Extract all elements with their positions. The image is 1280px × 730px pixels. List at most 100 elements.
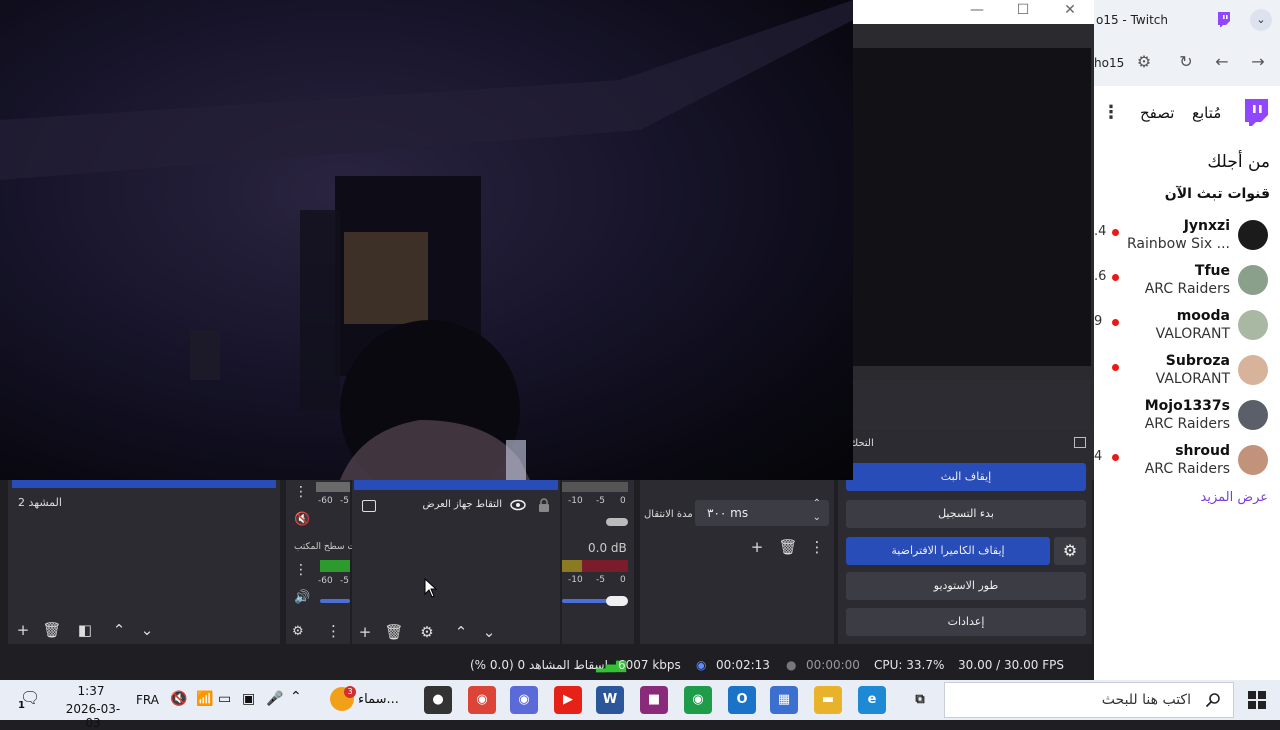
selected-source-row[interactable] — [354, 480, 558, 490]
app-icon[interactable]: ■ — [640, 686, 668, 714]
selected-scene-item[interactable] — [12, 480, 276, 488]
move-down-chevron-icon[interactable]: ⌄ — [478, 621, 500, 643]
channel-row[interactable]: Mojo1337s ARC Raiders — [1094, 398, 1280, 442]
scene-item[interactable]: المشهد 2 — [18, 496, 62, 509]
source-properties-gear-icon[interactable]: ⚙ — [416, 621, 438, 643]
volume-slider[interactable] — [562, 599, 610, 603]
channel-row[interactable]: 4 shroud ARC Raiders — [1094, 443, 1280, 487]
outlook-app-icon[interactable]: O — [728, 686, 756, 714]
hidden-icons-chevron-up-icon[interactable]: ⌃ — [290, 689, 302, 705]
transition-duration-label: مدة الانتقال — [644, 509, 693, 520]
move-down-chevron-icon[interactable]: ⌄ — [136, 619, 158, 641]
spin-down-icon[interactable]: ⌄ — [813, 512, 821, 523]
more-options-icon[interactable]: ⋮ — [1102, 102, 1120, 123]
stop-stream-button[interactable]: إيقاف البث — [846, 463, 1086, 491]
windows-logo-icon — [1248, 691, 1266, 709]
microphone-icon[interactable]: 🎤 — [266, 691, 283, 707]
browser-tab-title[interactable]: o15 - Twitch — [1096, 13, 1168, 27]
visibility-eye-icon[interactable] — [510, 499, 526, 511]
input-language[interactable]: FRA — [136, 693, 159, 707]
notification-count: 1 — [18, 700, 25, 711]
mixer-menu-icon[interactable]: ⋮ — [326, 622, 341, 640]
meter-tick: -5 — [340, 576, 349, 586]
capture-icon[interactable]: ▣ — [242, 691, 255, 707]
viewer-count: 9 — [1094, 314, 1103, 329]
site-settings-icon[interactable]: ⚙ — [1134, 52, 1154, 72]
studio-mode-button[interactable]: طور الاستوديو — [846, 572, 1086, 600]
volume-slider-handle[interactable] — [606, 518, 628, 526]
settings-button[interactable]: إعدادات — [846, 608, 1086, 636]
nav-following[interactable]: مُتابع — [1192, 104, 1221, 122]
tab-menu-chevron-down-icon[interactable]: ⌄ — [1250, 9, 1272, 31]
clock-date[interactable]: 2026-03-03 — [60, 702, 126, 730]
obs-preview-strip — [853, 380, 1091, 430]
volume-muted-icon[interactable]: 🔇 — [170, 691, 187, 707]
chrome-profile-app-icon[interactable]: ◉ — [468, 686, 496, 714]
add-source-plus-icon[interactable]: + — [354, 621, 376, 643]
twitch-logo-icon[interactable] — [1242, 98, 1270, 128]
dropped-frames: إسقاط المشاهد 0 (0.0 %) — [470, 658, 608, 672]
popout-icon[interactable] — [1074, 437, 1086, 448]
chrome-app-icon[interactable]: ◉ — [684, 686, 712, 714]
spin-up-icon[interactable]: ⌃ — [813, 498, 821, 509]
virtual-camera-settings-gear-icon[interactable]: ⚙ — [1054, 537, 1086, 565]
forward-arrow-icon[interactable]: → — [1248, 52, 1268, 72]
channel-row[interactable]: Subroza VALORANT — [1094, 353, 1280, 397]
channel-row[interactable]: .4 Jynxzi Rainbow Six ... — [1094, 218, 1280, 262]
chrome-profile-app-icon[interactable]: ◉ — [510, 686, 538, 714]
start-recording-button[interactable]: بدء التسجيل — [846, 500, 1086, 528]
task-view-icon[interactable]: ⧉ — [906, 686, 934, 714]
show-more-link[interactable]: عرض المزيد — [1201, 490, 1268, 505]
transition-duration-field[interactable]: ٣٠٠ ms ⌃ ⌄ — [695, 498, 829, 526]
add-scene-plus-icon[interactable]: + — [12, 619, 34, 641]
transition-menu-icon[interactable]: ⋮ — [806, 536, 828, 558]
back-arrow-icon[interactable]: ← — [1212, 52, 1232, 72]
speaker-icon[interactable]: 🔊 — [294, 590, 310, 605]
webcam-preview-image — [0, 0, 853, 480]
muted-speaker-icon[interactable]: 🔇 — [294, 512, 310, 527]
add-transition-plus-icon[interactable]: + — [746, 536, 768, 558]
move-up-chevron-icon[interactable]: ⌃ — [108, 619, 130, 641]
stop-virtual-camera-button[interactable]: إيقاف الكاميرا الافتراضية — [846, 537, 1050, 565]
channel-row[interactable]: 9 mooda VALORANT — [1094, 308, 1280, 352]
close-icon[interactable]: ✕ — [1058, 2, 1082, 20]
clock-time[interactable]: 1:37 — [66, 684, 116, 698]
reload-icon[interactable]: ↻ — [1176, 52, 1196, 72]
move-up-chevron-icon[interactable]: ⌃ — [450, 621, 472, 643]
obs-app-icon[interactable]: ● — [424, 686, 452, 714]
mixer-menu-icon[interactable]: ⋮ — [294, 562, 308, 578]
advanced-audio-gear-icon[interactable]: ⚙ — [292, 624, 304, 639]
nav-browse[interactable]: تصفح — [1140, 104, 1174, 122]
edge-app-icon[interactable]: e — [858, 686, 886, 714]
live-dot-icon — [1112, 229, 1119, 236]
battery-icon[interactable]: ▭ — [218, 691, 231, 707]
record-icon: ● — [786, 658, 797, 672]
windows-start-button[interactable] — [1236, 680, 1280, 720]
wifi-icon[interactable]: 📶 — [196, 691, 213, 707]
volume-meter — [562, 482, 628, 492]
volume-slider-handle[interactable] — [606, 596, 628, 606]
remove-transition-trash-icon[interactable]: 🗑 — [777, 536, 799, 558]
source-item[interactable]: التقاط جهاز العرض — [352, 494, 560, 518]
word-app-icon[interactable]: W — [596, 686, 624, 714]
volume-slider[interactable] — [320, 599, 350, 603]
meter-tick: -10 — [568, 575, 583, 585]
avatar — [1238, 265, 1268, 295]
remove-source-trash-icon[interactable]: 🗑 — [383, 621, 405, 643]
channel-name: Tfue — [1194, 263, 1230, 279]
minimize-icon[interactable]: — — [965, 2, 989, 20]
youtube-app-icon[interactable]: ▶ — [554, 686, 582, 714]
file-explorer-icon[interactable]: ▬ — [814, 686, 842, 714]
lock-icon[interactable] — [538, 498, 550, 512]
store-app-icon[interactable]: ▦ — [770, 686, 798, 714]
weather-label[interactable]: سماء... — [358, 692, 399, 707]
scene-filters-icon[interactable]: ◧ — [74, 619, 96, 641]
maximize-icon[interactable]: ☐ — [1011, 2, 1035, 20]
taskbar-search-box[interactable]: اكتب هنا للبحث — [944, 682, 1234, 718]
mixer-menu-icon[interactable]: ⋮ — [294, 484, 308, 500]
live-dot-icon — [1112, 454, 1119, 461]
remove-scene-trash-icon[interactable]: 🗑 — [41, 619, 63, 641]
audio-mixer-meters: -10 -5 0 0.0 dB -10 -5 0 — [562, 480, 634, 644]
channel-row[interactable]: .6 Tfue ARC Raiders — [1094, 263, 1280, 307]
address-url[interactable]: ho15 — [1094, 56, 1124, 70]
